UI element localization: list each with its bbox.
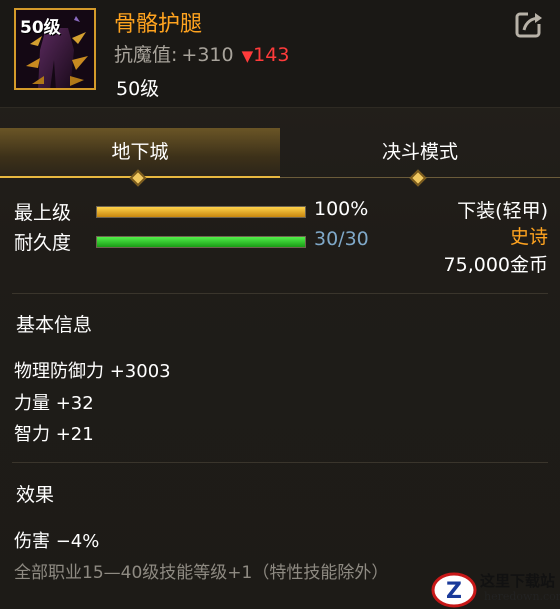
- resist-delta: ▼143: [242, 44, 290, 66]
- resist-delta-value: 143: [253, 44, 290, 66]
- durability-bar-fill: [97, 237, 305, 247]
- basic-info-title: 基本信息: [16, 314, 93, 336]
- stat-line: 物理防御力 +3003: [14, 361, 171, 382]
- item-name: 骨骼护腿: [114, 12, 203, 37]
- mode-tabs: 地下城 决斗模式: [0, 128, 560, 178]
- rarity-label: 史诗: [509, 226, 548, 248]
- watermark-url: heredown.com: [484, 590, 560, 603]
- upgrade-bar: [96, 206, 306, 218]
- magic-resist-row: 抗魔值: +310 ▼143: [114, 40, 289, 67]
- divider: [12, 462, 548, 463]
- item-icon-frame[interactable]: 50级: [14, 8, 96, 90]
- upgrade-value: 100%: [314, 198, 369, 220]
- slot-type: 下装(轻甲): [457, 200, 548, 222]
- durability-value: 30/30: [314, 228, 369, 250]
- tab-duel-mode[interactable]: 决斗模式: [280, 128, 560, 178]
- upgrade-bar-fill: [97, 207, 305, 217]
- item-tooltip-panel: 50级 骨骼护腿 抗魔值: +310 ▼143 50级 地下城 决斗模式 最上级 1…: [0, 0, 560, 609]
- item-level-text: 50级: [116, 78, 160, 100]
- effect-line: 全部职业15—40级技能等级+1（特性技能除外）: [14, 563, 389, 583]
- effects-title: 效果: [16, 484, 55, 506]
- stat-line: 力量 +32: [14, 393, 94, 414]
- upgrade-row: 最上级 100%: [14, 198, 394, 224]
- item-level-badge: 50级: [20, 18, 61, 38]
- down-arrow-icon: ▼: [241, 47, 254, 65]
- resist-label: 抗魔值:: [114, 44, 178, 66]
- tab-dungeon[interactable]: 地下城: [0, 128, 280, 178]
- divider: [12, 293, 548, 294]
- upgrade-label: 最上级: [14, 202, 72, 224]
- resist-value: +310: [181, 44, 234, 66]
- watermark: Z 这里下载站 heredown.com: [428, 568, 560, 609]
- svg-text:Z: Z: [446, 579, 462, 604]
- durability-bar: [96, 236, 306, 248]
- watermark-logo-icon: Z: [431, 572, 477, 608]
- durability-label: 耐久度: [14, 232, 72, 254]
- durability-row: 耐久度 30/30: [14, 228, 394, 254]
- share-icon[interactable]: [514, 8, 546, 40]
- sell-price: 75,000金币: [443, 254, 548, 276]
- stat-line: 智力 +21: [14, 424, 94, 445]
- watermark-title: 这里下载站: [480, 572, 556, 590]
- item-header: 50级 骨骼护腿 抗魔值: +310 ▼143 50级: [0, 0, 560, 108]
- effect-line: 伤害 −4%: [14, 531, 100, 552]
